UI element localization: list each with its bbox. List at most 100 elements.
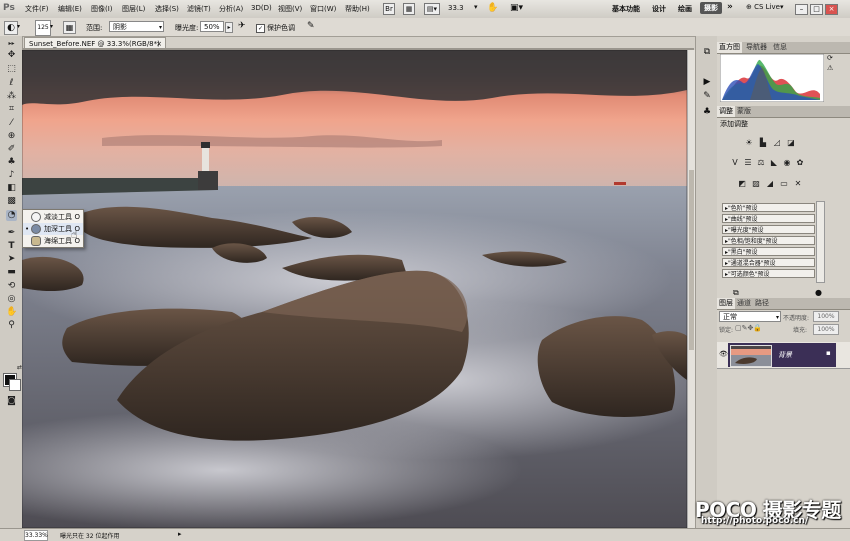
preset-selective-color[interactable]: ▸"可选颜色"预设 [722, 269, 815, 278]
airbrush-icon[interactable]: ✈ [238, 21, 246, 31]
preset-hue-saturation[interactable]: ▸"色相/饱和度"预设 [722, 236, 815, 245]
panel-grip-icon[interactable]: ▸▸ [6, 38, 17, 49]
invert-icon[interactable]: ◩ [737, 179, 747, 189]
menu-3d[interactable]: 3D(D) [251, 4, 272, 12]
brush-preset-picker[interactable]: 125 [35, 20, 51, 36]
crop-tool-icon[interactable]: ⌗ [6, 104, 17, 115]
tab-histogram[interactable]: 直方图 [717, 42, 742, 53]
black-white-icon[interactable]: ◣ [769, 158, 779, 168]
3d-orbit-tool-icon[interactable]: ◎ [6, 294, 17, 305]
workspace-photography[interactable]: 摄影 [700, 2, 722, 14]
clone-source-panel-icon[interactable]: ♣ [701, 106, 713, 118]
brush-panel-icon[interactable]: ▦ [63, 21, 76, 34]
protect-tone-checkbox[interactable]: ✓ 保护色调 [256, 23, 295, 33]
workspace-more-icon[interactable]: » [727, 2, 733, 12]
marquee-tool-icon[interactable]: ⬚ [6, 64, 17, 75]
layer-row-background[interactable]: 👁 背景 ▪ [717, 342, 850, 369]
channel-mixer-icon[interactable]: ✿ [795, 158, 805, 168]
tab-layers[interactable]: 图层 [717, 298, 735, 309]
shape-tool-icon[interactable]: ▬ [6, 267, 17, 278]
status-menu-arrow-icon[interactable]: ▸ [178, 530, 182, 538]
menu-analysis[interactable]: 分析(A) [219, 4, 243, 14]
chevron-down-icon[interactable]: ▾ [50, 23, 53, 30]
selective-color-icon[interactable]: ✕ [793, 179, 803, 189]
gradient-tool-icon[interactable]: ▩ [6, 196, 17, 207]
spot-healing-tool-icon[interactable]: ⊕ [6, 131, 17, 142]
preset-channel-mixer[interactable]: ▸"通道混合器"预设 [722, 258, 815, 267]
menu-view[interactable]: 视图(V) [278, 4, 302, 14]
tab-adjustments[interactable]: 调整 [717, 106, 735, 117]
scrollbar-thumb[interactable] [689, 170, 694, 350]
preset-levels[interactable]: ▸"色阶"预设 [722, 203, 815, 212]
lock-icons[interactable]: ▢✎✥🔒 [735, 324, 762, 332]
bridge-icon[interactable]: Br [383, 3, 395, 15]
brushes-panel-icon[interactable]: ✎ [701, 90, 713, 102]
vertical-scrollbar[interactable] [687, 50, 695, 528]
eraser-tool-icon[interactable]: ◧ [6, 183, 17, 194]
adjustment-clip-icon[interactable]: ⧉ [733, 288, 739, 298]
document-canvas[interactable] [22, 50, 687, 528]
menu-file[interactable]: 文件(F) [25, 4, 49, 14]
chevron-down-icon[interactable]: ▾ [17, 23, 20, 30]
color-balance-icon[interactable]: ⚖ [756, 158, 766, 168]
path-select-tool-icon[interactable]: ➤ [6, 254, 17, 265]
brightness-contrast-icon[interactable]: ☀ [744, 138, 754, 148]
opacity-input[interactable]: 100% [813, 311, 839, 322]
exposure-icon[interactable]: ◪ [786, 138, 796, 148]
type-tool-icon[interactable]: T [6, 241, 17, 252]
cs-live-button[interactable]: ⊕ CS Live▾ [746, 3, 783, 11]
presets-scrollbar[interactable] [816, 201, 825, 283]
workspace-design[interactable]: 设计 [652, 4, 666, 14]
history-brush-tool-icon[interactable]: ♪ [6, 170, 17, 181]
posterize-icon[interactable]: ▨ [751, 179, 761, 189]
actions-panel-icon[interactable]: ▶ [701, 76, 713, 88]
close-window-button[interactable]: × [825, 4, 838, 15]
menu-select[interactable]: 选择(S) [155, 4, 179, 14]
background-color-swatch[interactable] [9, 379, 21, 391]
tab-masks[interactable]: 蒙版 [735, 106, 753, 117]
panel-menu-icon[interactable]: ● [815, 288, 822, 297]
zoom-level-field[interactable]: 33.3 [448, 3, 472, 13]
minimize-button[interactable]: – [795, 4, 808, 15]
tab-paths[interactable]: 路径 [753, 298, 771, 309]
workspace-painting[interactable]: 绘画 [678, 4, 692, 14]
history-panel-icon[interactable]: ⧉ [701, 46, 713, 58]
exposure-slider-toggle[interactable]: ▸ [225, 22, 233, 33]
menu-layer[interactable]: 图层(L) [122, 4, 145, 14]
menu-help[interactable]: 帮助(H) [345, 4, 370, 14]
photo-filter-icon[interactable]: ◉ [782, 158, 792, 168]
tab-info[interactable]: 信息 [771, 42, 789, 53]
preset-black-white[interactable]: ▸"黑白"预设 [722, 247, 815, 256]
tab-navigator[interactable]: 导航器 [744, 42, 769, 53]
menu-filter[interactable]: 滤镜(T) [187, 4, 211, 14]
preset-exposure[interactable]: ▸"曝光度"预设 [722, 225, 815, 234]
zoom-percentage-field[interactable]: 33.33% [24, 530, 48, 541]
minibridge-icon[interactable]: ▦ [403, 3, 415, 15]
hand-tool-icon[interactable]: ✋ [487, 3, 498, 13]
3d-rotate-tool-icon[interactable]: ⟲ [6, 281, 17, 292]
checkbox[interactable]: ✓ [256, 23, 265, 33]
pressure-size-icon[interactable]: ✎ [307, 21, 315, 31]
clone-stamp-tool-icon[interactable]: ♣ [6, 157, 17, 168]
hue-saturation-icon[interactable]: ☰ [743, 158, 753, 168]
fill-input[interactable]: 100% [813, 324, 839, 335]
exposure-input[interactable]: 50% [200, 21, 224, 32]
preset-curves[interactable]: ▸"曲线"预设 [722, 214, 815, 223]
eye-visibility-icon[interactable]: 👁 [719, 350, 728, 358]
tab-channels[interactable]: 通道 [735, 298, 753, 309]
move-tool-icon[interactable]: ✥ [6, 50, 17, 61]
workspace-essentials[interactable]: 基本功能 [612, 4, 640, 14]
menu-image[interactable]: 图像(I) [91, 4, 113, 14]
dodge-tool-item[interactable]: 减淡工具 O [23, 211, 83, 223]
gradient-map-icon[interactable]: ▭ [779, 179, 789, 189]
chevron-down-icon[interactable]: ▾ [474, 3, 478, 11]
maximize-button[interactable]: □ [810, 4, 823, 15]
range-select[interactable]: 阴影 ▾ [109, 21, 164, 32]
eyedropper-tool-icon[interactable]: ⁄ [6, 118, 17, 129]
refresh-histogram-icon[interactable]: ⟳ [827, 54, 833, 62]
zoom-tool-icon[interactable]: ⚲ [6, 320, 17, 331]
vibrance-icon[interactable]: V [730, 158, 740, 168]
lasso-tool-icon[interactable]: ℓ [6, 78, 17, 89]
curves-icon[interactable]: ◿ [772, 138, 782, 148]
pen-tool-icon[interactable]: ✒ [6, 228, 17, 239]
